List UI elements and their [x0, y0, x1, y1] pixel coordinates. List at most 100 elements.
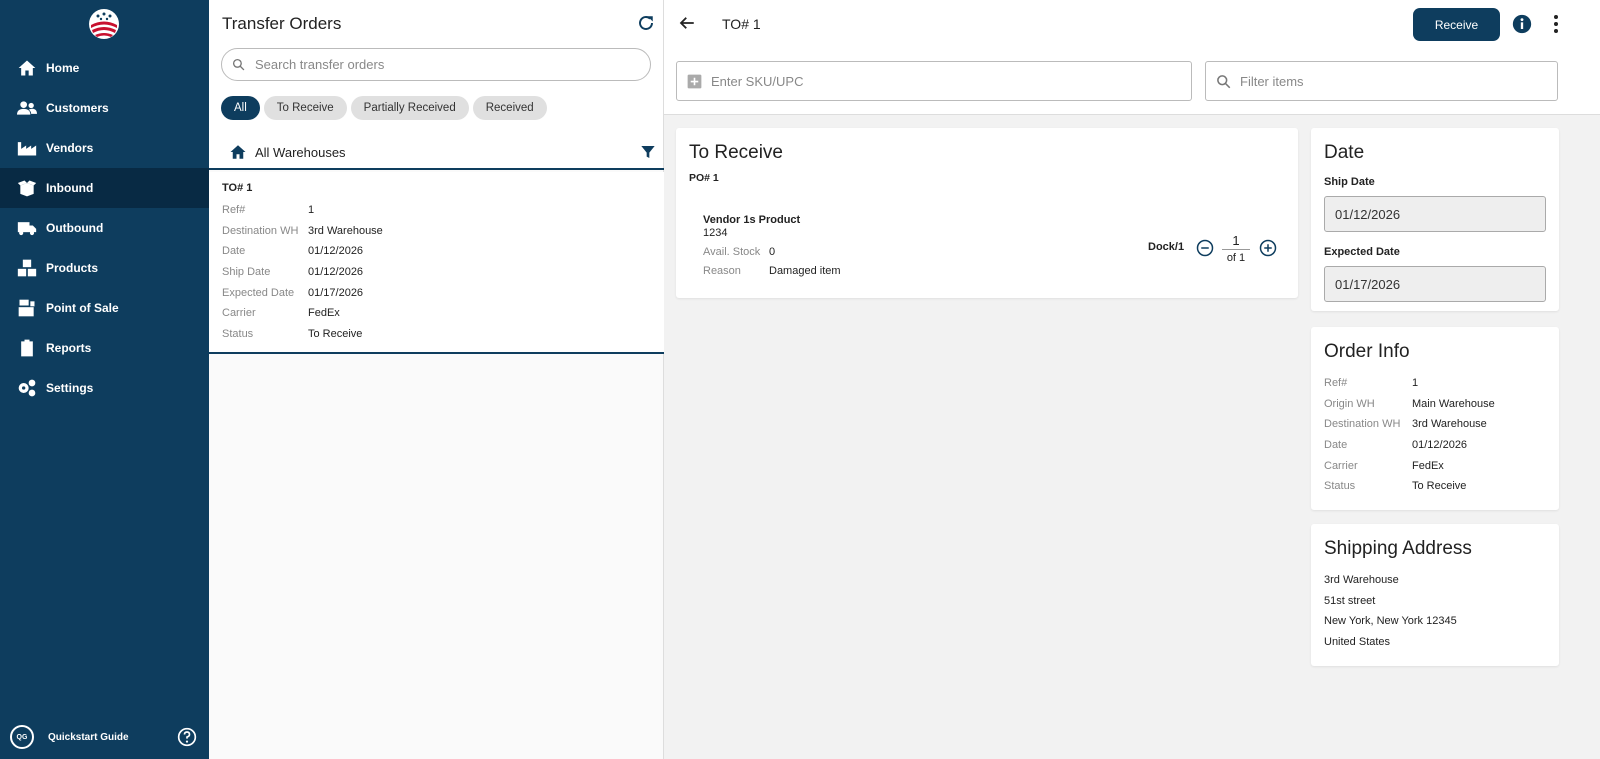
product-name: Vendor 1s Product — [703, 214, 801, 226]
field-label: Destination WH — [1324, 418, 1401, 431]
pos-icon — [16, 298, 38, 318]
sidebar-item-label: Customers — [46, 101, 109, 115]
field-value: To Receive — [308, 327, 363, 340]
ship-date-field[interactable]: 01/12/2026 — [1324, 196, 1546, 232]
field-label: Carrier — [222, 307, 256, 320]
quantity-stepper[interactable]: 1 of 1 — [1222, 233, 1250, 264]
increment-button[interactable] — [1259, 239, 1277, 257]
sidebar-item-customers[interactable]: Customers — [0, 88, 209, 128]
sidebar-item-settings[interactable]: Settings — [0, 368, 209, 408]
field-value: FedEx — [1412, 459, 1444, 472]
chip-all[interactable]: All — [221, 96, 260, 120]
sidebar-item-label: Products — [46, 261, 99, 275]
po-number: PO# 1 — [689, 172, 719, 184]
item-input-bar — [664, 47, 1600, 115]
order-field: Ref# 1 — [222, 200, 651, 221]
sidebar-item-label: Settings — [46, 381, 94, 395]
more-vert-icon[interactable] — [1548, 14, 1564, 34]
sidebar-item-reports[interactable]: Reports — [0, 328, 209, 368]
receive-button[interactable]: Receive — [1413, 8, 1500, 41]
home-icon — [16, 58, 38, 78]
search-input[interactable] — [255, 57, 635, 72]
warehouse-home-icon — [230, 145, 246, 159]
card-title: To Receive — [689, 142, 783, 163]
card-title: Date — [1324, 142, 1365, 163]
gears-icon — [16, 378, 38, 398]
transfer-order-card[interactable]: TO# 1 Ref# 1 Destination WH 3rd Warehouse … — [209, 172, 664, 354]
logo-icon — [89, 9, 119, 39]
info-field: Date 01/12/2026 — [1324, 435, 1546, 456]
field-label: Origin WH — [1324, 397, 1375, 410]
sku-upc-input[interactable] — [711, 73, 1131, 89]
sidebar-item-home[interactable]: Home — [0, 48, 209, 88]
sidebar: Home Customers Vendors Inbound Outbound … — [0, 0, 209, 759]
boxes-icon — [16, 258, 38, 278]
info-field: Carrier FedEx — [1324, 455, 1546, 476]
chip-received[interactable]: Received — [472, 96, 547, 120]
field-value: 3rd Warehouse — [1412, 418, 1487, 431]
back-arrow-icon[interactable] — [678, 14, 696, 32]
sidebar-item-point-of-sale[interactable]: Point of Sale — [0, 288, 209, 328]
sidebar-item-vendors[interactable]: Vendors — [0, 128, 209, 168]
sidebar-item-outbound[interactable]: Outbound — [0, 208, 209, 248]
search-box — [221, 48, 651, 81]
address-line: 3rd Warehouse — [1324, 574, 1399, 587]
warehouse-selector[interactable]: All Warehouses — [209, 136, 664, 170]
sidebar-item-label: Home — [46, 61, 80, 75]
field-label: Ship Date — [222, 266, 271, 279]
card-title: Shipping Address — [1324, 538, 1472, 559]
chip-partially-received[interactable]: Partially Received — [350, 96, 469, 120]
sidebar-item-label: Point of Sale — [46, 301, 119, 315]
order-field: Carrier FedEx — [222, 303, 651, 324]
truck-icon — [16, 218, 38, 238]
field-value: Damaged item — [769, 265, 841, 277]
quickstart-guide[interactable]: QG Quickstart Guide — [0, 715, 209, 759]
chip-to-receive[interactable]: To Receive — [263, 96, 347, 120]
search-icon — [232, 58, 245, 71]
sidebar-item-label: Outbound — [46, 221, 104, 235]
help-icon[interactable] — [177, 727, 197, 747]
field-value: 1 — [1412, 377, 1419, 390]
line-item: Vendor 1s Product 1234 Avail. Stock 0 Rea… — [703, 214, 841, 277]
info-field: Origin WH Main Warehouse — [1324, 394, 1546, 415]
order-field: Date 01/12/2026 — [222, 241, 651, 262]
product-sku: 1234 — [703, 227, 728, 239]
sidebar-item-inbound[interactable]: Inbound — [0, 168, 209, 208]
quickstart-label: Quickstart Guide — [48, 731, 129, 743]
info-field: Destination WH 3rd Warehouse — [1324, 414, 1546, 435]
field-label: Carrier — [1324, 459, 1358, 472]
sku-field — [676, 61, 1192, 101]
shipping-address-card: Shipping Address 3rd Warehouse 51st stre… — [1311, 524, 1559, 666]
sidebar-item-products[interactable]: Products — [0, 248, 209, 288]
info-icon[interactable] — [1512, 14, 1532, 34]
expected-date-label: Expected Date — [1324, 246, 1400, 258]
field-value: Main Warehouse — [1412, 397, 1495, 410]
warehouse-label: All Warehouses — [255, 144, 346, 160]
date-card: Date Ship Date 01/12/2026 Expected Date … — [1311, 128, 1559, 311]
expected-date-field[interactable]: 01/17/2026 — [1324, 266, 1546, 302]
to-receive-card: To Receive PO# 1 Vendor 1s Product 1234 … — [676, 128, 1298, 298]
avail-stock-row: Avail. Stock 0 — [703, 246, 841, 258]
field-value: 01/12/2026 — [308, 266, 364, 279]
order-field: Destination WH 3rd Warehouse — [222, 221, 651, 242]
order-info-fields: Ref# 1 Origin WH Main Warehouse Destinatio… — [1324, 373, 1546, 497]
refresh-icon[interactable] — [637, 14, 655, 32]
card-title: Order Info — [1324, 341, 1410, 362]
filter-items-input[interactable] — [1240, 73, 1540, 89]
field-label: Reason — [703, 265, 741, 277]
field-label: Expected Date — [222, 286, 295, 299]
list-header: Transfer Orders All To Receive Partially… — [209, 0, 664, 170]
info-field: Status To Receive — [1324, 476, 1546, 497]
filter-icon[interactable] — [640, 144, 656, 160]
address-line: United States — [1324, 636, 1391, 649]
field-label: Date — [222, 245, 246, 258]
factory-icon — [16, 138, 38, 158]
users-icon — [16, 98, 38, 118]
decrement-button[interactable] — [1196, 239, 1214, 257]
field-value: FedEx — [308, 307, 340, 320]
ship-date-label: Ship Date — [1324, 176, 1375, 188]
quantity-value[interactable]: 1 — [1222, 233, 1250, 250]
add-box-icon — [687, 74, 702, 88]
search-icon — [1217, 74, 1231, 88]
quickstart-badge: QG — [10, 725, 34, 749]
